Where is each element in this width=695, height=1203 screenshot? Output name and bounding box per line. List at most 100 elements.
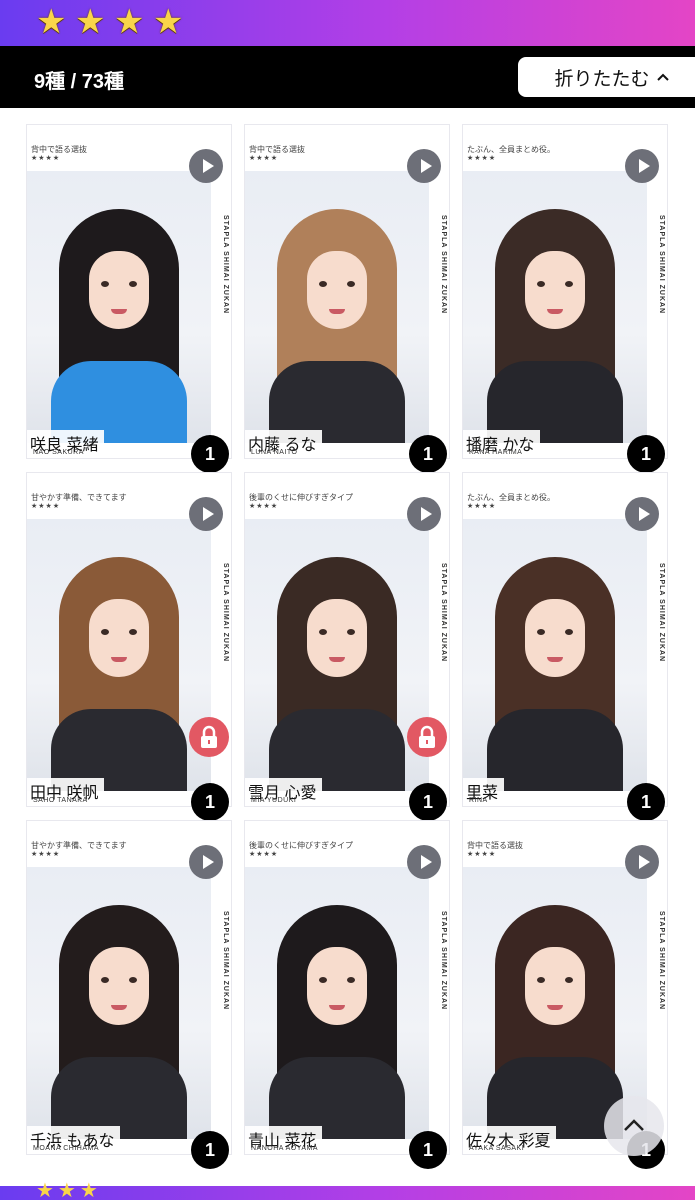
play-button[interactable] [189,845,223,879]
card-series-label: STAPLA SHIMAI ZUKAN [222,215,229,315]
quantity-badge: 1 [409,783,447,821]
play-icon [202,855,214,869]
scroll-to-top-button[interactable] [604,1096,664,1156]
play-button[interactable] [407,149,441,183]
photo-face [89,599,149,677]
idol-photo [27,867,211,1139]
card-tagline: 背中で語る選抜 [249,145,305,154]
card-tagline-block: たぶん、全員まとめ役。 ★★★★ [467,493,555,511]
next-rarity-header: ★★★ [0,1180,695,1202]
idol-card[interactable]: 後輩のくせに伸びすぎタイプ ★★★★ STAPLA SHIMAI ZUKAN 青… [244,820,450,1169]
idol-card[interactable]: 甘やかす準備、できてます ★★★★ STAPLA SHIMAI ZUKAN 千浜… [26,820,232,1169]
idol-card[interactable]: 甘やかす準備、できてます ★★★★ STAPLA SHIMAI ZUKAN 田中… [26,472,232,821]
card-tagline-block: 甘やかす準備、できてます ★★★★ [31,493,127,511]
photo-eyes [101,629,137,635]
photo-mouth [111,309,127,314]
photo-eyes [537,977,573,983]
idol-card[interactable]: たぶん、全員まとめ役。 ★★★★ STAPLA SHIMAI ZUKAN 播磨 … [462,124,668,473]
quantity-badge: 1 [409,435,447,473]
card-series-label: STAPLA SHIMAI ZUKAN [222,911,229,1011]
photo-eyes [537,629,573,635]
idol-name-roman: MIA YUDUKI [251,797,297,804]
card-rarity-stars: ★★★★ [467,851,497,858]
card-rarity-stars: ★★★★ [31,503,61,510]
play-button[interactable] [407,845,441,879]
quantity-badge: 1 [191,783,229,821]
card-rarity-stars: ★★★★ [249,503,279,510]
photo-mouth [111,657,127,662]
photo-eyes [101,281,137,287]
play-icon [202,159,214,173]
play-button[interactable] [625,845,659,879]
card-series-label: STAPLA SHIMAI ZUKAN [440,911,447,1011]
idol-card[interactable]: 背中で語る選抜 ★★★★ STAPLA SHIMAI ZUKAN 内藤 るな L… [244,124,450,473]
card-rarity-stars: ★★★★ [467,503,497,510]
play-icon [420,159,432,173]
photo-outfit [487,709,623,791]
play-icon [202,507,214,521]
photo-mouth [111,1005,127,1010]
card-tagline: たぶん、全員まとめ役。 [467,493,555,502]
card-series-label: STAPLA SHIMAI ZUKAN [658,215,665,315]
photo-mouth [547,1005,563,1010]
idol-card[interactable]: 背中で語る選抜 ★★★★ STAPLA SHIMAI ZUKAN 咲良 菜緒 N… [26,124,232,473]
rarity-stars: ★★★ [36,1180,102,1202]
card-tagline-block: たぶん、全員まとめ役。 ★★★★ [467,145,555,163]
idol-photo [245,171,429,443]
quantity-badge: 1 [191,435,229,473]
card-tagline-block: 背中で語る選抜 ★★★★ [249,145,305,163]
lock-button[interactable] [189,717,229,757]
card-tagline-block: 背中で語る選抜 ★★★★ [467,841,523,859]
photo-eyes [537,281,573,287]
quantity-badge: 1 [627,783,665,821]
rarity-stars: ★ ★ ★ ★ [36,5,187,39]
collection-count: 9種 / 73種 [34,71,125,93]
play-icon [638,855,650,869]
play-button[interactable] [625,497,659,531]
play-button[interactable] [625,149,659,183]
star-icon: ★ [36,3,67,41]
photo-eyes [319,281,355,287]
quantity-badge: 1 [627,435,665,473]
play-button[interactable] [189,497,223,531]
card-rarity-stars: ★★★★ [249,155,279,162]
star-icon: ★ [75,3,106,41]
lock-button[interactable] [407,717,447,757]
play-button[interactable] [189,149,223,183]
card-series-label: STAPLA SHIMAI ZUKAN [440,215,447,315]
chevron-up-icon [656,73,669,81]
card-tagline-block: 背中で語る選抜 ★★★★ [31,145,87,163]
card-tagline: 後輩のくせに伸びすぎタイプ [249,493,353,502]
photo-face [89,947,149,1025]
rarity-header: ★ ★ ★ ★ [0,0,695,46]
idol-card[interactable]: 後輩のくせに伸びすぎタイプ ★★★★ STAPLA SHIMAI ZUKAN 雪… [244,472,450,821]
play-button[interactable] [407,497,441,531]
photo-eyes [319,629,355,635]
card-rarity-stars: ★★★★ [31,155,61,162]
idol-photo [463,171,647,443]
play-icon [638,159,650,173]
idol-card[interactable]: たぶん、全員まとめ役。 ★★★★ STAPLA SHIMAI ZUKAN 里菜 … [462,472,668,821]
card-tagline: 甘やかす準備、できてます [31,841,127,850]
lock-icon [201,725,217,748]
idol-name-roman: NAO SAKURA [33,449,84,456]
idol-photo [245,519,429,791]
photo-face [525,251,585,329]
card-rarity-stars: ★★★★ [249,851,279,858]
idol-name-roman: LUNA NAITO [251,449,298,456]
collapse-button[interactable]: 折りたたむ [518,57,695,97]
photo-mouth [329,309,345,314]
idol-name-roman: SAHO TANAKA [33,797,88,804]
quantity-badge: 1 [409,1131,447,1169]
photo-eyes [101,977,137,983]
photo-mouth [547,657,563,662]
play-icon [638,507,650,521]
idol-photo [245,867,429,1139]
star-icon: ★ [114,3,145,41]
photo-face [525,599,585,677]
idol-photo [463,519,647,791]
idol-name-roman: NANOHA AOYAMA [251,1145,319,1152]
idol-photo [463,867,647,1139]
photo-mouth [329,1005,345,1010]
photo-face [307,947,367,1025]
